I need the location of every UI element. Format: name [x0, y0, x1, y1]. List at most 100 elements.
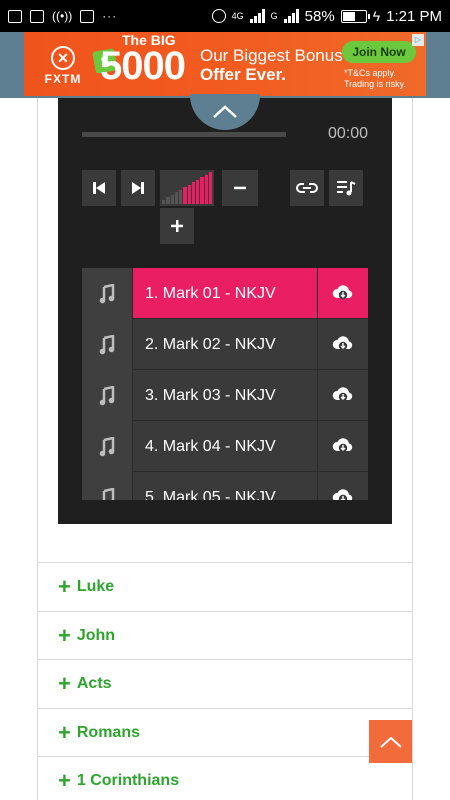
battery-percent: 58%: [304, 7, 335, 25]
cloud-download-icon: [332, 285, 353, 300]
plus-icon: +: [58, 574, 71, 599]
track-icon-cell: [82, 472, 133, 500]
status-time: 1:21 PM: [386, 7, 442, 25]
volume-bar: [174, 192, 178, 204]
track-title: 5. Mark 05 - NKJV: [133, 472, 318, 500]
charging-icon: ϟ: [372, 8, 381, 24]
ad-offer-line1: Our Biggest Bonus: [200, 46, 343, 65]
volume-bar: [183, 187, 187, 204]
plus-icon: +: [58, 622, 71, 648]
track-icon-cell: [82, 370, 133, 421]
hotspot-icon: ((•)): [52, 9, 73, 23]
repeat-button[interactable]: [290, 170, 324, 206]
status-bar: ((•)) ··· 4G G 58% ϟ 1:21 PM: [0, 0, 450, 32]
playlist-track[interactable]: 5. Mark 05 - NKJV: [82, 472, 368, 500]
book-accordion-item[interactable]: + John: [38, 610, 412, 660]
book-label: John: [76, 626, 116, 644]
book-accordion-item[interactable]: + Luke: [38, 562, 412, 611]
book-label: Romans: [76, 723, 140, 741]
playlist[interactable]: 1. Mark 01 - NKJV 2. Mark 02 - NKJV 3. Mar…: [82, 268, 368, 500]
playlist-track[interactable]: 3. Mark 03 - NKJV: [82, 370, 368, 421]
volume-bar: [170, 194, 174, 204]
ad-terms: *T&Cs apply. Trading is risky.: [344, 68, 406, 90]
book-label: Luke: [76, 578, 115, 595]
track-icon-cell: [82, 268, 133, 319]
music-note-icon: [99, 283, 115, 303]
volume-bar: [208, 172, 212, 204]
plus-icon: [171, 220, 183, 232]
volume-down-button[interactable]: [222, 170, 258, 206]
track-icon-cell: [82, 421, 133, 472]
signal-strength-icon: [249, 9, 265, 23]
playlist-track[interactable]: 2. Mark 02 - NKJV: [82, 319, 368, 370]
adchoices-icon[interactable]: ▷: [412, 34, 424, 46]
ad-banner-container: ✕ FXTM $ The BIG 5000 Our Biggest Bonus …: [0, 32, 450, 98]
volume-bar: [187, 184, 191, 204]
ad-banner[interactable]: ✕ FXTM $ The BIG 5000 Our Biggest Bonus …: [24, 32, 426, 96]
music-note-icon: [99, 385, 115, 405]
repeat-link-icon: [296, 183, 318, 193]
ad-terms-line1: *T&Cs apply.: [344, 68, 396, 78]
usb-notification-icon: [30, 9, 44, 23]
plus-icon: +: [58, 719, 71, 745]
time-display: 00:00: [327, 125, 368, 142]
volume-bar: [200, 177, 204, 204]
volume-bar: [162, 199, 166, 204]
playlist-button[interactable]: [329, 170, 363, 206]
ad-join-button[interactable]: Join Now: [342, 41, 416, 63]
alarm-icon: [211, 9, 226, 23]
signal-strength-sim2-icon: [283, 9, 299, 23]
chevron-up-icon: [379, 736, 402, 748]
track-icon-cell: [82, 319, 133, 370]
audio-player: 00:00 1. Mark 01 - NKJV 2. Mark 02 - NKJV…: [58, 98, 392, 524]
chevron-up-icon: [213, 105, 237, 118]
cloud-download-icon: [332, 489, 353, 500]
mail-icon: [80, 9, 95, 23]
network-type-label: 4G: [231, 10, 244, 21]
more-notifications-icon: ···: [102, 9, 118, 23]
ad-offer-line2: Offer Ever.: [200, 65, 286, 84]
ad-brand-name: FXTM: [44, 72, 82, 86]
track-title: 3. Mark 03 - NKJV: [133, 370, 318, 420]
playlist-track[interactable]: 4. Mark 04 - NKJV: [82, 421, 368, 472]
download-button[interactable]: [318, 421, 368, 471]
download-button[interactable]: [318, 319, 368, 369]
ad-brand-logo: ✕ FXTM: [36, 46, 90, 86]
previous-button[interactable]: [82, 170, 116, 206]
minus-icon: [234, 186, 246, 190]
track-title: 4. Mark 04 - NKJV: [133, 421, 318, 471]
volume-bar: [191, 182, 195, 204]
book-accordion-item[interactable]: + Romans: [38, 707, 412, 757]
cloud-download-icon: [332, 387, 353, 402]
gallery-notification-icon: [8, 9, 22, 23]
ad-terms-line2: Trading is risky.: [344, 79, 407, 89]
playlist-icon: [337, 181, 356, 196]
scroll-to-top-button[interactable]: [369, 720, 412, 763]
volume-up-button[interactable]: [160, 208, 194, 244]
volume-meter[interactable]: [160, 170, 214, 206]
download-button[interactable]: [318, 268, 368, 318]
plus-icon: +: [58, 768, 71, 793]
track-title: 1. Mark 01 - NKJV: [133, 268, 318, 318]
next-icon: [132, 182, 144, 194]
music-note-icon: [99, 334, 115, 354]
music-note-icon: [102, 487, 115, 500]
download-button[interactable]: [318, 370, 368, 420]
book-accordion-item[interactable]: + Acts: [38, 659, 412, 708]
volume-bar: [204, 174, 208, 204]
track-title: 2. Mark 02 - NKJV: [133, 319, 318, 369]
sim2-network-label: G: [270, 10, 278, 21]
volume-bar: [196, 179, 200, 204]
download-button[interactable]: [318, 472, 368, 500]
music-note-icon: [99, 436, 115, 456]
playlist-track[interactable]: 1. Mark 01 - NKJV: [82, 268, 368, 319]
next-button[interactable]: [121, 170, 155, 206]
volume-bar: [166, 197, 170, 204]
progress-bar[interactable]: [82, 132, 286, 137]
book-accordion-item[interactable]: +1 Corinthians: [38, 756, 412, 800]
cloud-download-icon: [332, 336, 353, 351]
volume-bar: [179, 189, 183, 204]
cloud-download-icon: [332, 438, 353, 453]
ad-amount: 5000: [100, 44, 186, 88]
previous-icon: [93, 182, 105, 194]
